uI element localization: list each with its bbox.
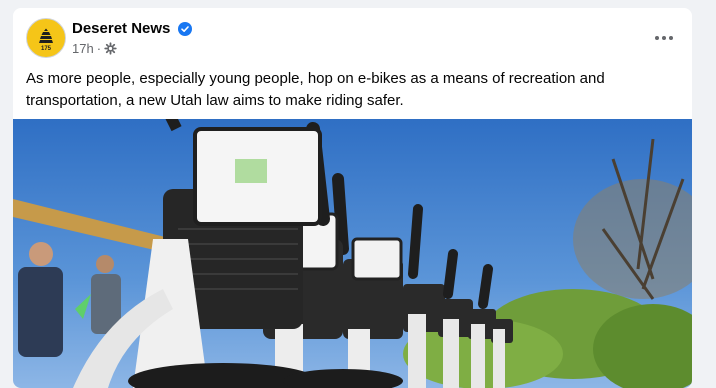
post-header: 175 Deseret News 17h · <box>13 8 692 68</box>
post-meta: 17h · <box>72 41 117 56</box>
public-gear-icon[interactable] <box>104 42 117 55</box>
post-photo[interactable] <box>13 119 692 388</box>
deseret-news-logo: 175 <box>30 22 62 54</box>
post-timestamp[interactable]: 17h <box>72 41 94 56</box>
verified-badge-icon <box>178 22 192 36</box>
page-avatar[interactable]: 175 <box>26 18 66 58</box>
more-options-button[interactable] <box>646 24 682 52</box>
ebike-photo-illustration <box>13 119 692 388</box>
more-options-icon <box>655 36 673 40</box>
avatar-logo-text: 175 <box>41 46 52 52</box>
page-name-link[interactable]: Deseret News <box>72 20 170 37</box>
meta-separator: · <box>96 41 102 56</box>
feed-post-card: 175 Deseret News 17h · As more people, e… <box>13 8 692 388</box>
post-text: As more people, especially young people,… <box>26 70 605 109</box>
